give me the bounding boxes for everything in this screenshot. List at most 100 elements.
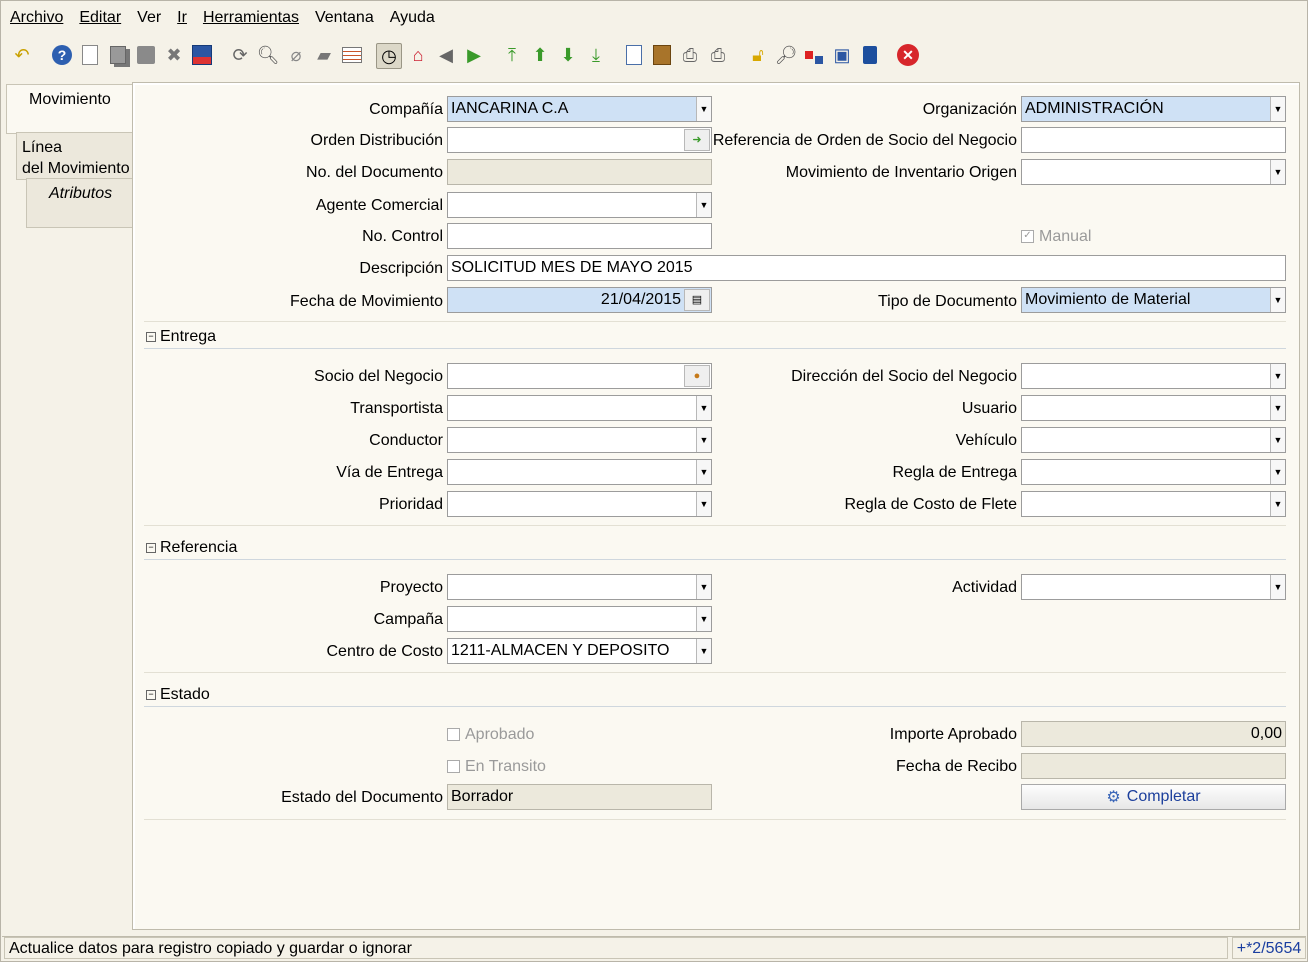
regla-entrega-select[interactable]: ▼: [1021, 459, 1286, 485]
calendar-icon[interactable]: ▤: [684, 289, 710, 311]
previous-record-icon[interactable]: ⬆: [528, 43, 552, 67]
direccion-socio-select[interactable]: ▼: [1021, 363, 1286, 389]
print-icon[interactable]: ⎙: [706, 43, 730, 67]
agente-comercial-select[interactable]: ▼: [447, 192, 712, 218]
chevron-down-icon[interactable]: ▼: [1270, 575, 1285, 599]
chevron-down-icon[interactable]: ▼: [1270, 288, 1285, 312]
status-bar: Actualice datos para registro copiado y …: [2, 936, 1306, 961]
chevron-down-icon[interactable]: ▼: [696, 460, 711, 484]
attachment-icon[interactable]: ⌀: [284, 43, 308, 67]
manual-checkbox[interactable]: ✓ Manual: [1021, 228, 1091, 246]
next-record-icon[interactable]: ⬇: [556, 43, 580, 67]
checkbox-checked-icon: ✓: [1021, 230, 1034, 244]
tipo-documento-select[interactable]: Movimiento de Material ▼: [1021, 287, 1286, 313]
chevron-down-icon[interactable]: ▼: [696, 428, 711, 452]
menu-ventana[interactable]: Ventana: [307, 9, 382, 27]
compania-select[interactable]: IANCARINA C.A ▼: [447, 96, 712, 122]
centro-costo-select[interactable]: 1211-ALMACEN Y DEPOSITO ▼: [447, 638, 712, 664]
tab-linea-movimiento[interactable]: Línea del Movimiento: [16, 132, 134, 180]
section-entrega-header[interactable]: − Entrega: [146, 328, 216, 346]
descripcion-field[interactable]: SOLICITUD MES DE MAYO 2015: [447, 255, 1286, 281]
proyecto-select[interactable]: ▼: [447, 574, 712, 600]
regla-costo-flete-select[interactable]: ▼: [1021, 491, 1286, 517]
refresh-icon[interactable]: ⟳: [228, 43, 252, 67]
zoom-across-icon[interactable]: 🔎︎: [774, 43, 798, 67]
menu-archivo[interactable]: Archivo: [2, 9, 71, 27]
collapse-icon[interactable]: −: [146, 689, 156, 700]
tab-movimiento[interactable]: Movimiento: [6, 84, 133, 134]
last-record-icon[interactable]: ⤓: [584, 43, 608, 67]
delete-icon[interactable]: [134, 43, 158, 67]
previous-icon[interactable]: ◀: [434, 43, 458, 67]
new-icon[interactable]: [78, 43, 102, 67]
fecha-recibo-field: [1021, 753, 1286, 779]
collapse-icon[interactable]: −: [146, 331, 156, 342]
find-icon[interactable]: 🔍︎: [256, 43, 280, 67]
close-window-icon[interactable]: ✕: [896, 43, 920, 67]
mov-inv-origen-select[interactable]: ▼: [1021, 159, 1286, 185]
collapse-icon[interactable]: −: [146, 542, 156, 553]
orden-distribucion-field[interactable]: ➜: [447, 127, 712, 153]
product-info-icon[interactable]: ▣: [830, 43, 854, 67]
first-record-icon[interactable]: ⤒: [500, 43, 524, 67]
chevron-down-icon[interactable]: ▼: [1270, 364, 1285, 388]
completar-button[interactable]: ⚙ Completar: [1021, 784, 1286, 810]
person-icon[interactable]: ●: [684, 365, 710, 387]
campana-select[interactable]: ▼: [447, 606, 712, 632]
report-icon[interactable]: [622, 43, 646, 67]
vehiculo-select[interactable]: ▼: [1021, 427, 1286, 453]
fecha-movimiento-field[interactable]: 21/04/2015 ▤: [447, 287, 712, 313]
lock-icon[interactable]: 🔓︎: [746, 43, 770, 67]
chevron-down-icon[interactable]: ▼: [696, 193, 711, 217]
search-arrow-icon[interactable]: ➜: [684, 129, 710, 151]
help-icon[interactable]: ?: [50, 43, 74, 67]
menu-herramientas[interactable]: Herramientas: [195, 9, 307, 27]
chevron-down-icon[interactable]: ▼: [696, 607, 711, 631]
copy-icon[interactable]: [106, 43, 130, 67]
save-icon[interactable]: [190, 43, 214, 67]
chevron-down-icon[interactable]: ▼: [1270, 428, 1285, 452]
transportista-select[interactable]: ▼: [447, 395, 712, 421]
chat-icon[interactable]: ▰: [312, 43, 336, 67]
chevron-down-icon[interactable]: ▼: [1270, 396, 1285, 420]
usuario-select[interactable]: ▼: [1021, 395, 1286, 421]
grid-toggle-icon[interactable]: [340, 43, 364, 67]
aprobado-checkbox[interactable]: Aprobado: [447, 726, 534, 744]
chevron-down-icon[interactable]: ▼: [1270, 160, 1285, 184]
workflow-icon[interactable]: [802, 43, 826, 67]
chevron-down-icon[interactable]: ▼: [696, 575, 711, 599]
request-icon[interactable]: [858, 43, 882, 67]
menu-ir[interactable]: Ir: [169, 9, 195, 27]
tab-atributos[interactable]: Atributos: [26, 178, 134, 228]
ref-orden-socio-field[interactable]: [1021, 127, 1286, 153]
history-icon[interactable]: ◷: [376, 43, 402, 69]
menu-ayuda[interactable]: Ayuda: [382, 9, 443, 27]
actividad-select[interactable]: ▼: [1021, 574, 1286, 600]
chevron-down-icon[interactable]: ▼: [1270, 97, 1285, 121]
record-indicator[interactable]: +*2/5654: [1232, 937, 1306, 959]
next-icon[interactable]: ▶: [462, 43, 486, 67]
chevron-down-icon[interactable]: ▼: [696, 492, 711, 516]
menu-ver[interactable]: Ver: [129, 9, 169, 27]
conductor-select[interactable]: ▼: [447, 427, 712, 453]
chevron-down-icon[interactable]: ▼: [696, 396, 711, 420]
home-icon[interactable]: ⌂: [406, 43, 430, 67]
menu-editar[interactable]: Editar: [71, 9, 129, 27]
section-estado-header[interactable]: − Estado: [146, 686, 210, 704]
archive-icon[interactable]: [650, 43, 674, 67]
socio-field[interactable]: ●: [447, 363, 712, 389]
no-control-field[interactable]: [447, 223, 712, 249]
chevron-down-icon[interactable]: ▼: [696, 639, 711, 663]
undo-icon[interactable]: ↶: [10, 43, 34, 67]
via-entrega-select[interactable]: ▼: [447, 459, 712, 485]
chevron-down-icon[interactable]: ▼: [1270, 460, 1285, 484]
en-transito-checkbox[interactable]: En Transito: [447, 758, 546, 776]
chevron-down-icon[interactable]: ▼: [696, 97, 711, 121]
delete-selection-icon[interactable]: ✖: [162, 43, 186, 67]
section-referencia-header[interactable]: − Referencia: [146, 539, 237, 557]
chevron-down-icon[interactable]: ▼: [1270, 492, 1285, 516]
organizacion-select[interactable]: ADMINISTRACIÓN ▼: [1021, 96, 1286, 122]
prioridad-select[interactable]: ▼: [447, 491, 712, 517]
campana-label: Campaña: [373, 611, 443, 628]
print-preview-icon[interactable]: ⎙: [678, 43, 702, 67]
